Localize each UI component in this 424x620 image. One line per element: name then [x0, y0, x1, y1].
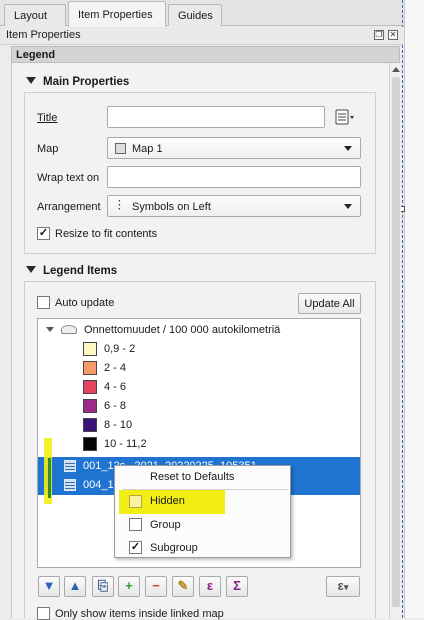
tab-item-properties[interactable]: Item Properties: [68, 1, 166, 27]
chevron-down-icon: [344, 204, 352, 209]
tab-layout[interactable]: Layout: [4, 4, 66, 26]
legend-class-row[interactable]: 2 - 4: [38, 359, 360, 378]
class-label: 2 - 4: [104, 362, 127, 374]
title-label: Title: [37, 112, 58, 124]
update-all-button[interactable]: Update All: [298, 293, 361, 314]
class-label: 8 - 10: [104, 419, 133, 431]
edit-item-button[interactable]: ✎: [172, 576, 194, 597]
section-header-legend: Legend: [11, 46, 400, 63]
subgroup-item[interactable]: Subgroup: [150, 542, 198, 554]
color-swatch: [83, 342, 97, 356]
legend-items-heading[interactable]: Legend Items: [26, 265, 117, 277]
map-combo-value: Map 1: [132, 143, 163, 155]
remove-item-button[interactable]: −: [145, 576, 167, 597]
group-item[interactable]: Group: [150, 519, 181, 531]
layer-name: Onnettomuudet / 100 000 autokilometriä: [84, 324, 281, 336]
color-swatch: [83, 380, 97, 394]
only-show-label: Only show items inside linked map: [55, 608, 224, 620]
resize-to-fit-label: Resize to fit contents: [55, 228, 158, 240]
panel-title: Item Properties: [6, 29, 81, 41]
hidden-item[interactable]: Hidden: [150, 495, 185, 507]
canvas-area: [404, 0, 424, 618]
legend-class-row[interactable]: 10 - 11,2: [38, 435, 360, 454]
polygon-layer-icon: [61, 325, 77, 334]
group-checkbox[interactable]: [129, 518, 142, 531]
class-label: 10 - 11,2: [104, 438, 147, 450]
map-label: Map: [37, 143, 59, 155]
expression-editor-icon[interactable]: [333, 107, 357, 127]
vertical-scrollbar[interactable]: [389, 63, 401, 618]
auto-update-checkbox[interactable]: [37, 296, 50, 309]
legend-class-row[interactable]: 6 - 8: [38, 397, 360, 416]
table-layer-icon: [64, 479, 76, 491]
filter-expression-button[interactable]: ε▾: [326, 576, 360, 597]
only-show-checkbox[interactable]: [37, 607, 50, 620]
legend-items-label: Legend Items: [43, 265, 118, 277]
float-panel-icon[interactable]: ❐: [374, 30, 384, 40]
arrangement-label: Arrangement: [37, 201, 101, 213]
auto-update-label: Auto update: [55, 297, 115, 309]
color-swatch: [83, 399, 97, 413]
expression-button[interactable]: ε: [199, 576, 221, 597]
count-features-button[interactable]: Σ: [226, 576, 248, 597]
collapse-triangle-icon: [26, 266, 36, 273]
legend-class-row[interactable]: 8 - 10: [38, 416, 360, 435]
main-properties-heading[interactable]: Main Properties: [26, 76, 129, 88]
accent-marker: [48, 458, 51, 498]
legend-class-row[interactable]: 4 - 6: [38, 378, 360, 397]
collapse-triangle-icon: [26, 77, 36, 84]
panel-header: Item Properties ❐ ✕: [0, 27, 403, 45]
move-down-button[interactable]: ▼: [38, 576, 60, 597]
scroll-up-icon[interactable]: [392, 67, 400, 72]
class-label: 4 - 6: [104, 381, 127, 393]
legend-class-row[interactable]: 0,9 - 2: [38, 340, 360, 359]
wrap-text-input[interactable]: [107, 166, 361, 188]
add-group-button[interactable]: ⎘: [92, 576, 114, 597]
title-input[interactable]: [107, 106, 325, 128]
context-menu: Reset to Defaults Hidden Group ✓ Subgrou…: [114, 465, 291, 558]
expand-arrow-icon[interactable]: [46, 327, 54, 332]
scroll-thumb[interactable]: [392, 77, 400, 607]
hidden-checkbox[interactable]: [129, 495, 142, 508]
tab-guides[interactable]: Guides: [168, 4, 222, 26]
color-swatch: [83, 361, 97, 375]
color-swatch: [83, 418, 97, 432]
arrangement-combo[interactable]: · · · Symbols on Left: [107, 195, 361, 217]
tab-bar: Layout Item Properties Guides: [0, 0, 404, 27]
subgroup-checkbox[interactable]: ✓: [129, 541, 142, 554]
table-layer-icon: [64, 460, 76, 472]
canvas-item-border: [402, 0, 403, 618]
move-up-button[interactable]: ▲: [64, 576, 86, 597]
color-swatch: [83, 437, 97, 451]
chevron-down-icon: [344, 146, 352, 151]
legend-layer-row[interactable]: Onnettomuudet / 100 000 autokilometriä: [38, 321, 360, 340]
wrap-text-label: Wrap text on: [37, 172, 100, 184]
class-label: 0,9 - 2: [104, 343, 136, 355]
dots-icon: · · ·: [118, 196, 122, 215]
resize-to-fit-checkbox[interactable]: ✓: [37, 227, 50, 240]
main-properties-label: Main Properties: [43, 76, 130, 88]
map-icon: [115, 143, 126, 154]
map-combo[interactable]: Map 1: [107, 137, 361, 159]
arrangement-combo-value: Symbols on Left: [132, 201, 211, 213]
add-item-button[interactable]: +: [118, 576, 140, 597]
close-panel-icon[interactable]: ✕: [388, 30, 398, 40]
reset-to-defaults-item[interactable]: Reset to Defaults: [150, 471, 234, 483]
class-label: 6 - 8: [104, 400, 127, 412]
